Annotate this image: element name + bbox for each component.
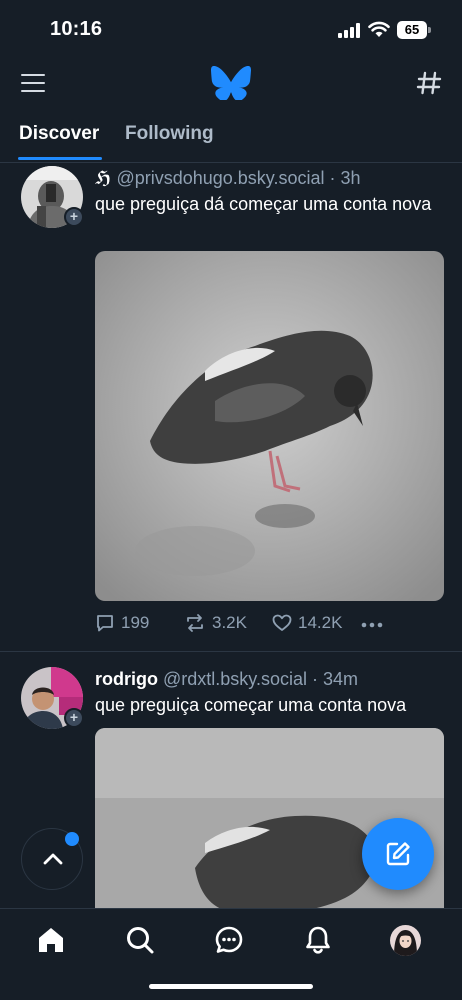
post[interactable]: + ℌ @privsdohugo.bsky.social · 3h que pr…	[0, 163, 462, 653]
reply-count: 199	[121, 613, 150, 632]
status-time: 10:16	[50, 18, 103, 40]
author-handle[interactable]: @privsdohugo.bsky.social	[116, 168, 324, 188]
home-icon[interactable]	[36, 925, 66, 955]
more-options-button[interactable]	[361, 622, 383, 628]
ellipsis-icon	[361, 622, 383, 628]
repost-icon	[187, 614, 203, 632]
search-icon[interactable]	[125, 925, 155, 955]
reply-button[interactable]: 199	[95, 613, 149, 633]
post-divider	[0, 651, 462, 652]
menu-button[interactable]	[21, 72, 47, 94]
chevron-up-icon	[43, 853, 63, 865]
post-text: que preguiça dá começar uma conta nova	[95, 194, 432, 214]
author-name[interactable]: rodrigo	[95, 669, 158, 689]
wifi-icon	[368, 21, 390, 37]
tab-discover[interactable]: Discover	[19, 123, 99, 145]
post-header: ℌ @privsdohugo.bsky.social · 3h	[95, 168, 361, 189]
feed-tabs: Discover Following	[0, 110, 462, 163]
battery-icon: 65	[397, 21, 431, 39]
follow-plus-icon[interactable]: +	[64, 207, 84, 227]
post-actions: 199 3.2K 14.2K	[95, 613, 445, 639]
post-time: 34m	[323, 669, 359, 689]
follow-plus-icon[interactable]: +	[64, 708, 84, 728]
separator: ·	[312, 669, 319, 689]
bell-icon[interactable]	[303, 925, 333, 955]
repost-button[interactable]: 3.2K	[184, 613, 247, 633]
post-text: que preguiça começar uma conta nova	[95, 695, 407, 715]
compose-button[interactable]	[362, 818, 434, 890]
cellular-signal-icon	[338, 23, 362, 38]
chat-icon[interactable]	[214, 925, 244, 955]
tab-following[interactable]: Following	[125, 123, 214, 145]
post-header: rodrigo @rdxtl.bsky.social · 34m	[95, 669, 358, 690]
like-button[interactable]: 14.2K	[272, 613, 342, 633]
butterfly-icon	[211, 66, 251, 100]
post-image[interactable]	[95, 251, 444, 601]
home-indicator	[149, 984, 313, 989]
author-handle[interactable]: @rdxtl.bsky.social	[163, 669, 307, 689]
pencil-icon	[386, 842, 410, 866]
active-tab-indicator	[18, 157, 102, 160]
like-count: 14.2K	[298, 613, 343, 632]
author-name[interactable]: ℌ	[95, 168, 111, 188]
status-bar: 10:16 65	[0, 0, 462, 60]
new-posts-indicator	[65, 832, 79, 846]
reply-icon	[97, 615, 113, 632]
battery-level: 65	[404, 22, 420, 37]
separator: ·	[329, 168, 336, 188]
profile-avatar[interactable]	[390, 925, 421, 956]
heart-icon	[272, 614, 292, 631]
hashtag-icon[interactable]	[416, 70, 442, 96]
repost-count: 3.2K	[212, 613, 247, 632]
post-time: 3h	[340, 168, 361, 188]
